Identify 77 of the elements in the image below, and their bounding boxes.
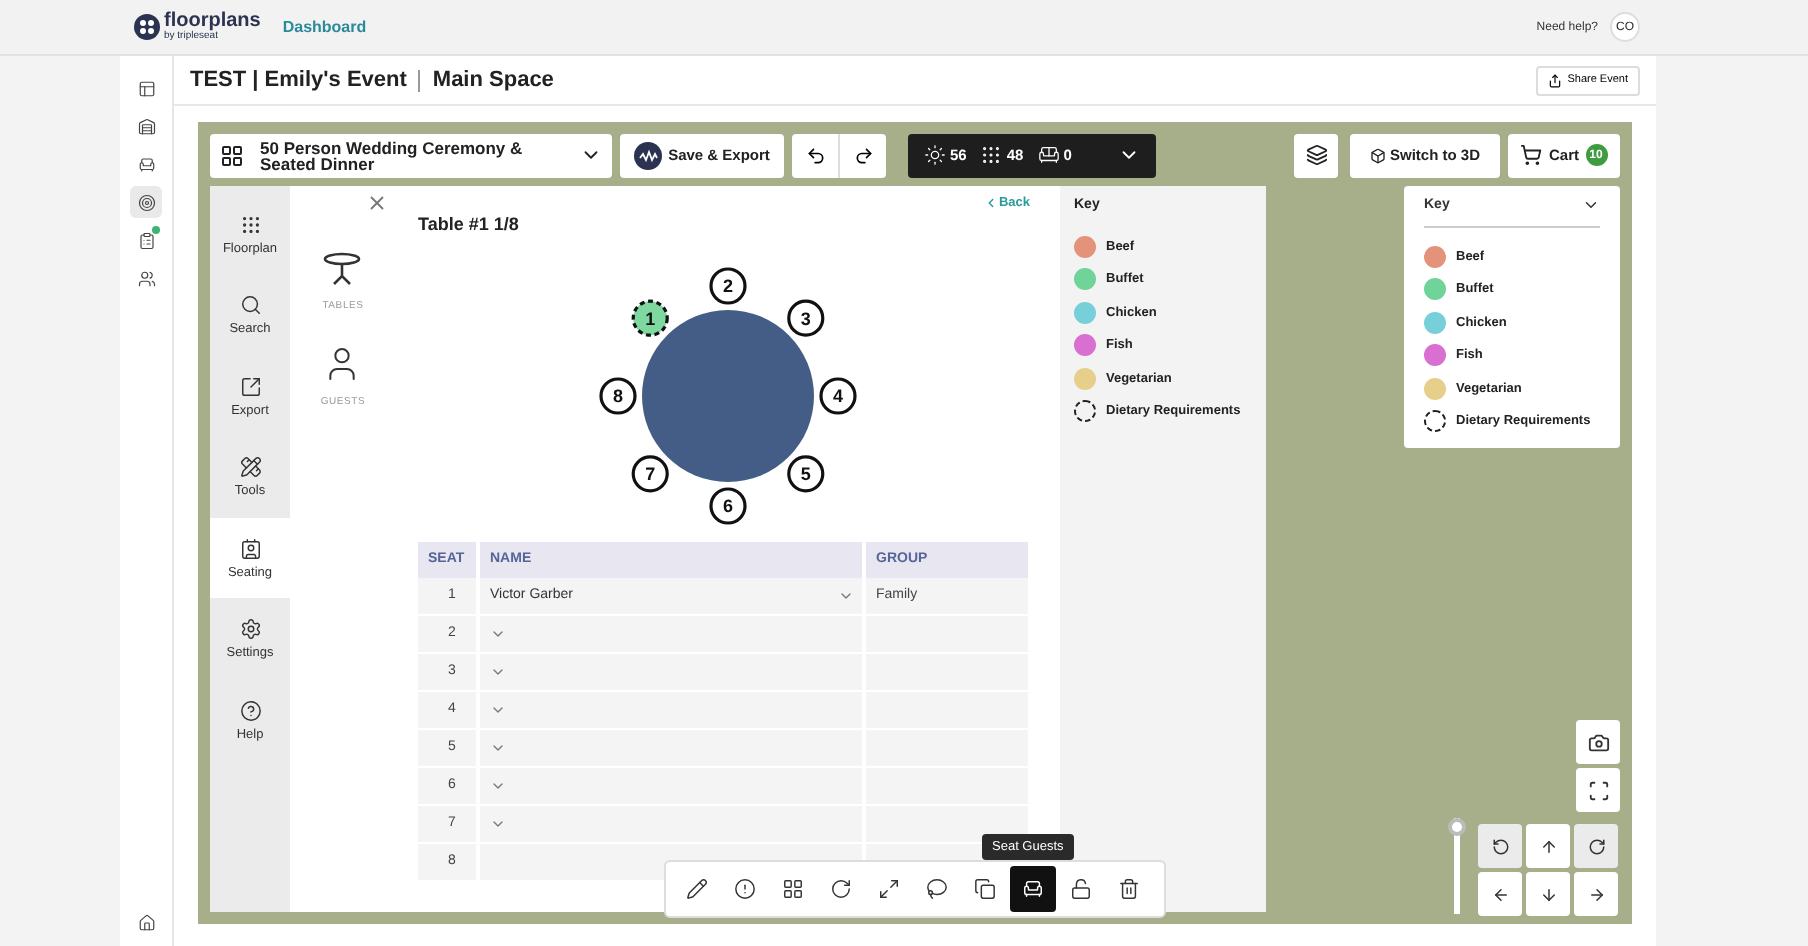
round-table[interactable] bbox=[642, 309, 814, 482]
layers-button[interactable] bbox=[1294, 134, 1338, 178]
up-button[interactable] bbox=[1526, 824, 1570, 868]
pencil-icon bbox=[686, 878, 708, 900]
undo-icon bbox=[805, 145, 825, 166]
table-title: Table #1 1/8 bbox=[418, 213, 519, 234]
chair-button[interactable] bbox=[1010, 866, 1056, 912]
seat[interactable]: 8 bbox=[599, 377, 637, 415]
dots-icon bbox=[239, 213, 261, 236]
help-icon bbox=[239, 699, 261, 722]
dashboard-link[interactable]: Dashboard bbox=[282, 18, 367, 36]
seat[interactable]: 3 bbox=[787, 299, 825, 337]
event-title: TEST | Emily's Event bbox=[190, 69, 421, 91]
search-icon bbox=[239, 294, 261, 317]
seat[interactable]: 4 bbox=[819, 377, 857, 415]
resize-icon bbox=[878, 878, 900, 900]
clipboard-icon bbox=[137, 231, 155, 249]
settings-icon bbox=[239, 618, 261, 641]
chair-icon bbox=[137, 155, 155, 173]
cube-icon bbox=[1369, 147, 1386, 164]
alert-icon bbox=[734, 878, 756, 900]
sidebar-button[interactable] bbox=[130, 186, 162, 218]
camera-button[interactable] bbox=[1576, 720, 1620, 764]
brand-name: floorplans bbox=[164, 12, 261, 32]
rotate-left-icon bbox=[1491, 837, 1509, 855]
seat[interactable]: 6 bbox=[709, 487, 747, 525]
building-icon bbox=[137, 117, 155, 135]
space-title: Main Space bbox=[432, 68, 554, 92]
arrow-up-icon bbox=[1539, 837, 1557, 855]
sofa-icon bbox=[1037, 144, 1060, 167]
slider-thumb[interactable] bbox=[1448, 818, 1466, 836]
trash-icon bbox=[1118, 878, 1140, 900]
rotate-left-button[interactable] bbox=[1478, 824, 1522, 868]
close-button[interactable] bbox=[366, 191, 388, 214]
cart-icon bbox=[1520, 144, 1543, 167]
left-button[interactable] bbox=[1478, 872, 1522, 916]
grid-icon bbox=[782, 878, 804, 900]
copy-icon bbox=[974, 878, 996, 900]
dots-icon bbox=[980, 144, 1003, 167]
logo-icon bbox=[134, 14, 160, 40]
dashed-circle-icon bbox=[1074, 400, 1096, 423]
chevron-down-icon bbox=[1582, 196, 1600, 214]
chair-icon bbox=[1022, 878, 1044, 900]
home-icon bbox=[137, 913, 155, 931]
seat[interactable]: 7 bbox=[631, 454, 669, 493]
share-icon bbox=[1547, 73, 1562, 87]
seat[interactable]: 5 bbox=[787, 454, 825, 493]
right-button[interactable] bbox=[1574, 872, 1618, 916]
tools-icon bbox=[239, 456, 261, 479]
layout-select[interactable]: 50 Person Wedding Ceremony & Seated Dinner bbox=[210, 134, 612, 178]
chevron-left-icon bbox=[984, 195, 999, 210]
focus-icon bbox=[1587, 779, 1609, 801]
close-icon bbox=[366, 191, 388, 214]
seat[interactable]: 2 bbox=[709, 267, 747, 305]
dashed-circle-icon bbox=[1424, 410, 1446, 433]
id-card-icon bbox=[239, 537, 261, 560]
zoom-slider[interactable] bbox=[1448, 818, 1466, 914]
seat[interactable]: 1 bbox=[631, 299, 669, 337]
arrow-right-icon bbox=[1587, 885, 1605, 903]
focus-button[interactable] bbox=[1576, 768, 1620, 812]
down-button[interactable] bbox=[1526, 872, 1570, 916]
export-icon bbox=[239, 375, 261, 398]
lasso-icon bbox=[926, 878, 948, 900]
arrow-down-icon bbox=[1539, 885, 1557, 903]
camera-icon bbox=[1587, 731, 1609, 753]
unlock-icon bbox=[1070, 878, 1092, 900]
layers-icon bbox=[1305, 144, 1327, 167]
redo-icon bbox=[853, 145, 873, 166]
rotate-icon bbox=[830, 878, 852, 900]
target-icon bbox=[137, 193, 155, 211]
arrow-left-icon bbox=[1491, 885, 1509, 903]
panel-icon bbox=[137, 79, 155, 97]
waveform-icon bbox=[634, 141, 663, 170]
rotate-right-button[interactable] bbox=[1574, 824, 1618, 868]
grid-icon bbox=[220, 143, 244, 168]
people-icon bbox=[137, 269, 155, 287]
rotate-right-icon bbox=[1587, 837, 1605, 855]
